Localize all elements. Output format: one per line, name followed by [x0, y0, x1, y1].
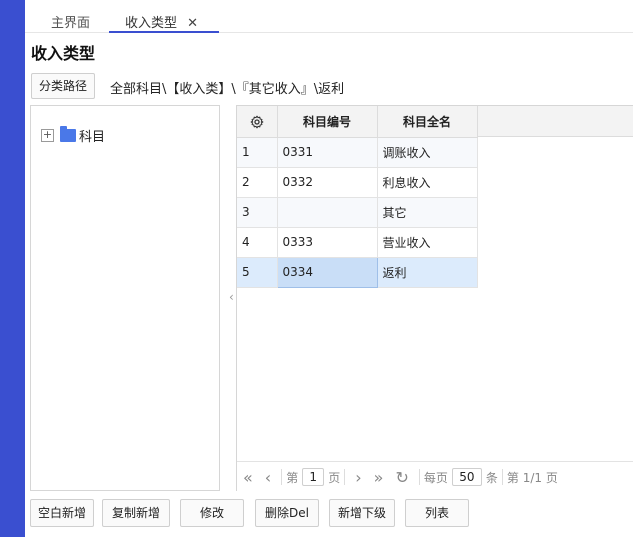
- pager-divider: [418, 469, 420, 485]
- column-header-code[interactable]: 科目编号: [277, 106, 378, 138]
- per-page-suffix: 条: [485, 470, 498, 485]
- expand-icon[interactable]: +: [41, 128, 54, 142]
- column-header-name[interactable]: 科目全名: [377, 106, 478, 138]
- copy-new-button[interactable]: 复制新增: [102, 499, 170, 527]
- cell-code[interactable]: [277, 197, 378, 228]
- tab-home-label: 主界面: [51, 16, 91, 31]
- pager-divider: [501, 469, 503, 485]
- page-size-input[interactable]: 50: [451, 468, 482, 486]
- grid-header-row: 科目编号 科目全名: [237, 106, 478, 138]
- cell-name[interactable]: 返利: [377, 257, 478, 288]
- add-child-button[interactable]: 新增下级: [329, 499, 395, 527]
- table-row[interactable]: 3 其它: [237, 197, 478, 228]
- cell-code[interactable]: 0332: [277, 167, 378, 198]
- prev-page-icon[interactable]: ‹: [265, 468, 271, 487]
- per-page-prefix: 每页: [423, 470, 448, 485]
- left-accent-strip: [0, 0, 25, 537]
- pager-divider: [281, 469, 283, 485]
- pagination-bar: « ‹ 第 1 页 › » ↻ 每页 50 条 第 1/1 页: [237, 461, 633, 492]
- first-page-icon[interactable]: «: [243, 468, 253, 487]
- category-path-button[interactable]: 分类路径: [31, 73, 95, 99]
- tree-node-label[interactable]: 科目: [79, 126, 105, 145]
- table-row[interactable]: 1 0331 调账收入: [237, 137, 478, 168]
- row-index: 5: [237, 257, 278, 288]
- pager-divider: [344, 469, 346, 485]
- tab-income-type-label: 收入类型: [125, 16, 178, 31]
- page-number-input[interactable]: 1: [302, 468, 325, 486]
- next-page-icon[interactable]: ›: [355, 468, 361, 487]
- page-suffix: 页: [328, 470, 341, 485]
- tab-home[interactable]: 主界面: [51, 12, 90, 33]
- tree-node-root[interactable]: + 科目: [41, 125, 105, 145]
- row-index: 4: [237, 227, 278, 258]
- column-settings-button[interactable]: [237, 106, 278, 138]
- grid-header-filler: [477, 106, 633, 137]
- delete-button[interactable]: 删除Del: [255, 499, 319, 527]
- page-title: 收入类型: [31, 44, 96, 63]
- list-button[interactable]: 列表: [405, 499, 469, 527]
- cell-name[interactable]: 营业收入: [377, 227, 478, 258]
- refresh-icon[interactable]: ↻: [395, 468, 408, 487]
- cell-name[interactable]: 调账收入: [377, 137, 478, 168]
- last-page-icon[interactable]: »: [374, 468, 384, 487]
- blank-new-button[interactable]: 空白新增: [30, 499, 94, 527]
- row-index: 3: [237, 197, 278, 228]
- tab-income-type[interactable]: 收入类型 ✕: [109, 12, 219, 33]
- cell-code[interactable]: 0333: [277, 227, 378, 258]
- page-prefix: 第: [286, 470, 299, 485]
- data-grid: 科目编号 科目全名 1 0331 调账收入 2 0332 利息收入 3 其它 4: [236, 105, 633, 491]
- category-path-text: 全部科目\【收入类】\『其它收入』\返利: [110, 82, 345, 97]
- cell-name[interactable]: 其它: [377, 197, 478, 228]
- category-tree: + 科目: [30, 105, 220, 491]
- cell-code[interactable]: 0331: [277, 137, 378, 168]
- close-icon[interactable]: ✕: [187, 16, 198, 31]
- gear-icon: [250, 115, 264, 128]
- edit-button[interactable]: 修改: [180, 499, 244, 527]
- row-index: 1: [237, 137, 278, 168]
- table-row-selected[interactable]: 5 0334 返利: [237, 256, 478, 288]
- page-summary: 第 1/1 页: [506, 470, 558, 485]
- grid-table: 科目编号 科目全名 1 0331 调账收入 2 0332 利息收入 3 其它 4: [237, 106, 478, 288]
- table-row[interactable]: 4 0333 营业收入: [237, 227, 478, 258]
- folder-icon: [60, 125, 76, 142]
- tab-bar: 主界面 收入类型 ✕: [25, 0, 633, 33]
- table-row[interactable]: 2 0332 利息收入: [237, 167, 478, 198]
- cell-code-focused[interactable]: 0334: [276, 256, 378, 288]
- cell-name[interactable]: 利息收入: [377, 167, 478, 198]
- row-index: 2: [237, 167, 278, 198]
- chevron-left-icon[interactable]: ‹: [229, 290, 234, 304]
